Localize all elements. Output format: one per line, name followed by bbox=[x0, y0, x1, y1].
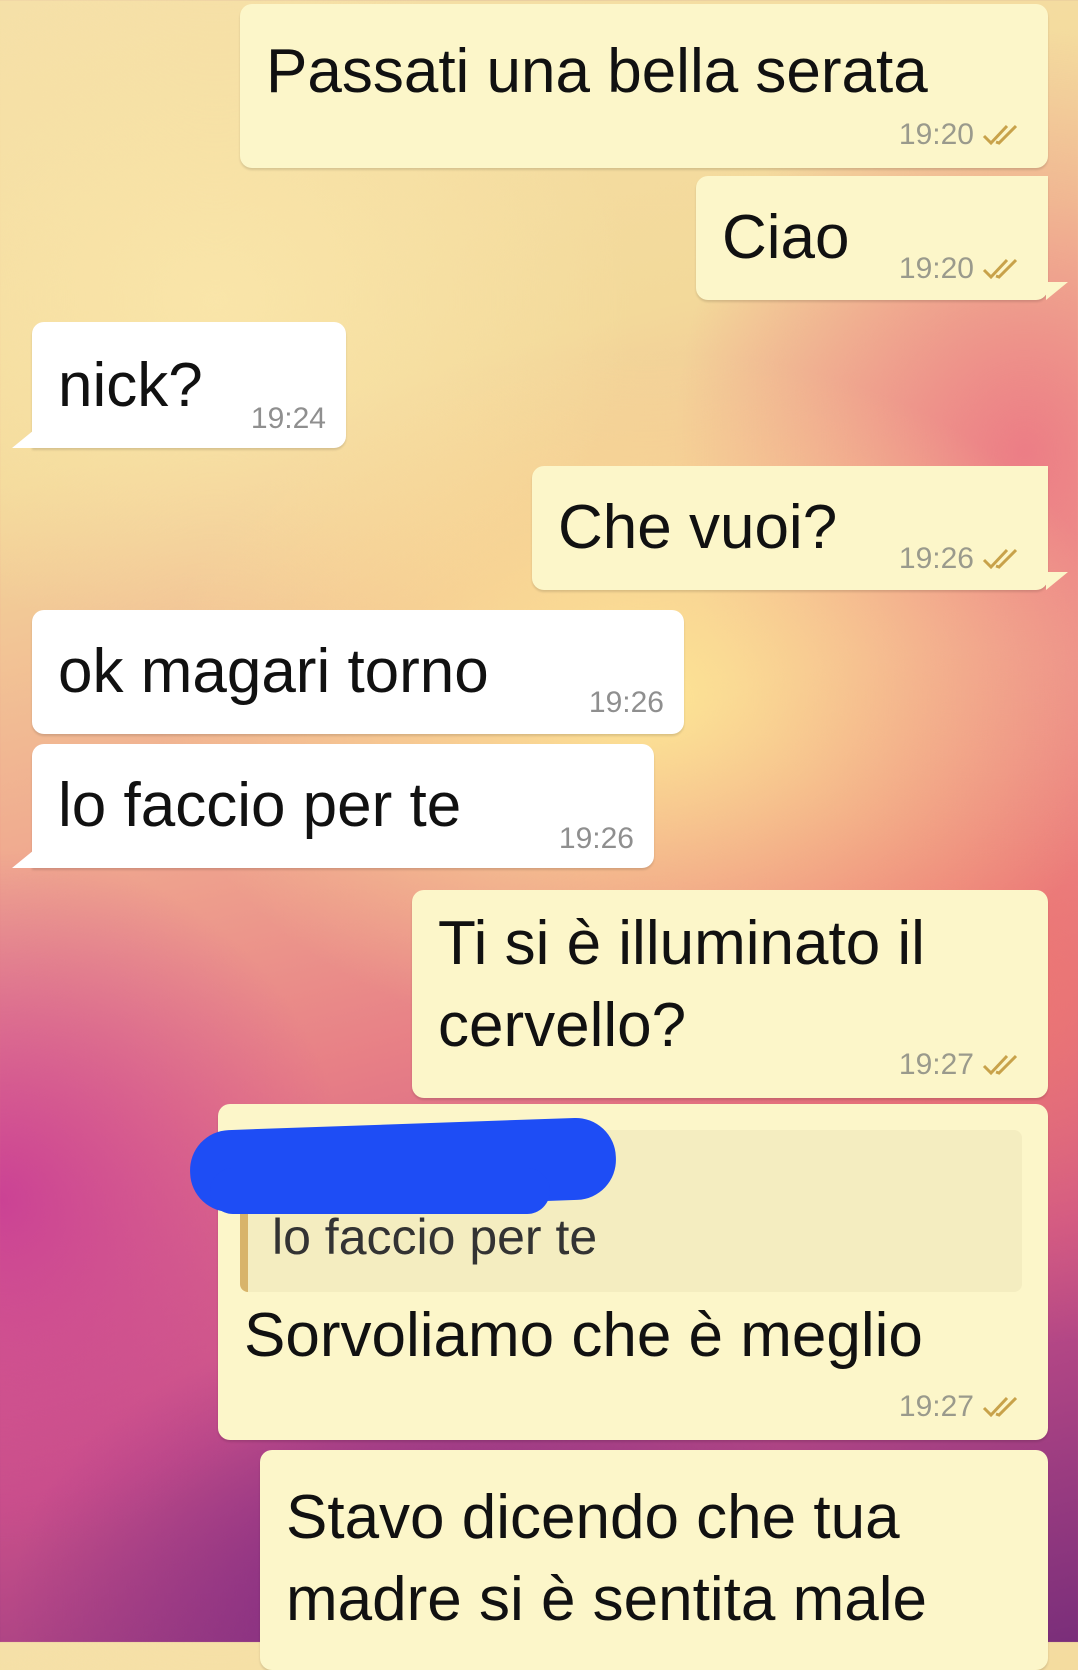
message-meta: 19:26 bbox=[559, 822, 634, 856]
message-text: nick? bbox=[58, 351, 203, 420]
double-check-icon bbox=[982, 1396, 1018, 1418]
message-time: 19:27 bbox=[898, 1048, 974, 1081]
bubble-tail bbox=[1046, 282, 1068, 300]
message-bubble-incoming[interactable]: lo faccio per te 19:26 bbox=[32, 744, 654, 868]
double-check-icon bbox=[982, 124, 1018, 146]
message-meta: 19:26 bbox=[589, 686, 664, 720]
message-time: 19:27 bbox=[898, 1390, 974, 1423]
message-bubble-outgoing[interactable]: Ti si è illuminato il cervello? 19:27 bbox=[412, 890, 1048, 1098]
message-meta: 19:26 bbox=[899, 542, 1026, 576]
message-text-line: cervello? bbox=[438, 991, 687, 1060]
message-text: Che vuoi? bbox=[558, 493, 838, 562]
double-check-icon bbox=[982, 258, 1018, 280]
message-meta: 19:24 bbox=[251, 402, 326, 436]
bubble-tail bbox=[1046, 572, 1068, 590]
message-bubble-outgoing[interactable]: Stavo dicendo che tua madre si è sentita… bbox=[260, 1450, 1048, 1670]
message-time: 19:20 bbox=[898, 118, 974, 151]
message-time: 19:26 bbox=[898, 542, 974, 575]
message-time: 19:20 bbox=[898, 252, 974, 285]
message-text: Ciao bbox=[722, 203, 850, 272]
message-text: ok magari torno bbox=[58, 637, 489, 706]
message-bubble-incoming[interactable]: nick? 19:24 bbox=[32, 322, 346, 448]
message-meta: 19:27 bbox=[899, 1048, 1026, 1082]
redaction-scribble bbox=[210, 1168, 550, 1214]
message-text: lo faccio per te bbox=[58, 771, 462, 840]
message-time: 19:26 bbox=[558, 822, 634, 855]
message-time: 19:26 bbox=[588, 686, 664, 719]
message-meta: 19:20 bbox=[899, 118, 1026, 152]
message-bubble-outgoing[interactable]: Passati una bella serata 19:20 bbox=[240, 4, 1048, 168]
double-check-icon bbox=[982, 548, 1018, 570]
message-bubble-outgoing[interactable]: Che vuoi? 19:26 bbox=[532, 466, 1048, 590]
quoted-message-text: lo faccio per te bbox=[272, 1209, 598, 1265]
message-text-line: Ti si è illuminato il bbox=[438, 909, 925, 978]
bubble-tail bbox=[12, 430, 34, 448]
message-meta: 19:27 bbox=[899, 1390, 1026, 1424]
message-bubble-incoming[interactable]: ok magari torno 19:26 bbox=[32, 610, 684, 734]
message-text: Passati una bella serata bbox=[266, 37, 928, 106]
message-text: Sorvoliamo che è meglio bbox=[244, 1301, 923, 1370]
bubble-tail bbox=[12, 850, 34, 868]
message-text-line: madre si è sentita male bbox=[286, 1565, 927, 1634]
message-bubble-outgoing[interactable]: Ciao 19:20 bbox=[696, 176, 1048, 300]
message-meta: 19:20 bbox=[899, 252, 1026, 286]
message-text-line: Stavo dicendo che tua bbox=[286, 1483, 900, 1552]
message-time: 19:24 bbox=[250, 402, 326, 435]
double-check-icon bbox=[982, 1054, 1018, 1076]
